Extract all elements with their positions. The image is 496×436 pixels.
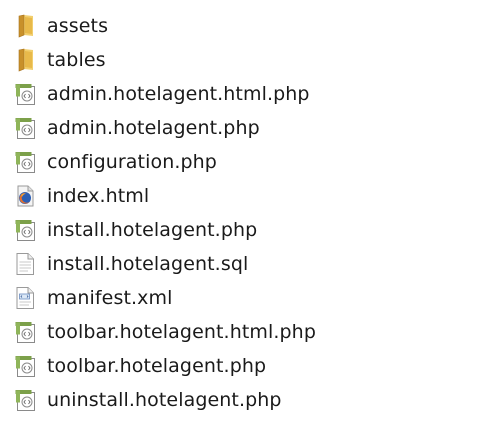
php-file-icon <box>13 388 37 412</box>
file-name-label: toolbar.hotelagent.php <box>47 355 267 377</box>
file-list-item[interactable]: index.html <box>13 179 483 213</box>
file-name-label: manifest.xml <box>47 287 173 309</box>
firefox-html-file-icon <box>13 184 37 208</box>
file-name-label: tables <box>47 49 106 71</box>
folder-icon <box>13 14 37 38</box>
php-file-icon <box>13 320 37 344</box>
file-list-item[interactable]: configuration.php <box>13 145 483 179</box>
file-list-item[interactable]: install.hotelagent.php <box>13 213 483 247</box>
file-name-label: uninstall.hotelagent.php <box>47 389 282 411</box>
file-name-label: assets <box>47 15 109 37</box>
file-name-label: install.hotelagent.sql <box>47 253 249 275</box>
file-name-label: admin.hotelagent.html.php <box>47 83 310 105</box>
file-list: assets tables admin.hotelagent.html.php … <box>13 9 483 417</box>
file-name-label: toolbar.hotelagent.html.php <box>47 321 316 343</box>
php-file-icon <box>13 218 37 242</box>
folder-icon <box>13 48 37 72</box>
file-name-label: admin.hotelagent.php <box>47 117 260 139</box>
file-list-item[interactable]: install.hotelagent.sql <box>13 247 483 281</box>
file-name-label: index.html <box>47 185 150 207</box>
xml-file-icon <box>13 286 37 310</box>
file-list-item[interactable]: toolbar.hotelagent.html.php <box>13 315 483 349</box>
file-list-item[interactable]: uninstall.hotelagent.php <box>13 383 483 417</box>
text-file-icon <box>13 252 37 276</box>
file-list-item[interactable]: toolbar.hotelagent.php <box>13 349 483 383</box>
file-list-item[interactable]: assets <box>13 9 483 43</box>
file-list-item[interactable]: admin.hotelagent.php <box>13 111 483 145</box>
file-list-item[interactable]: manifest.xml <box>13 281 483 315</box>
php-file-icon <box>13 82 37 106</box>
file-list-item[interactable]: tables <box>13 43 483 77</box>
php-file-icon <box>13 150 37 174</box>
php-file-icon <box>13 116 37 140</box>
file-name-label: install.hotelagent.php <box>47 219 258 241</box>
file-list-item[interactable]: admin.hotelagent.html.php <box>13 77 483 111</box>
file-name-label: configuration.php <box>47 151 217 173</box>
php-file-icon <box>13 354 37 378</box>
